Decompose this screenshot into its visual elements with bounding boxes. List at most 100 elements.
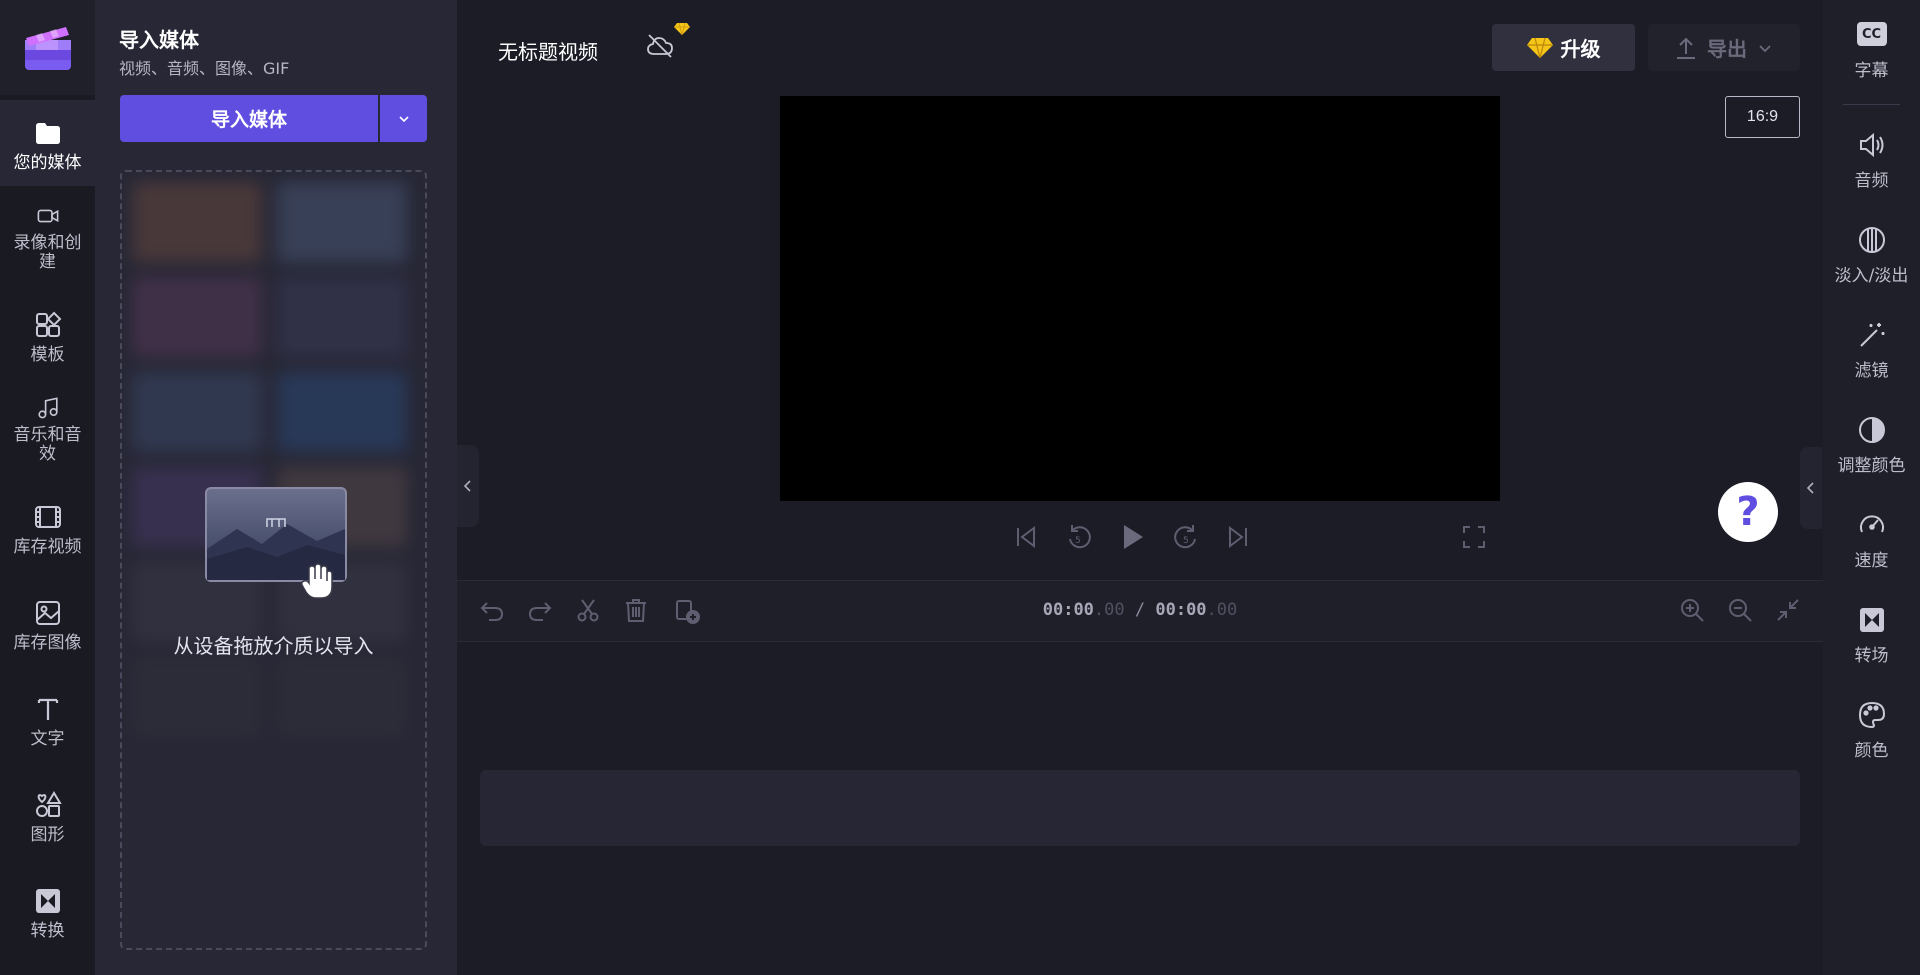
collapse-media-panel-button[interactable] — [457, 445, 479, 527]
chevron-left-icon — [1806, 482, 1814, 494]
nav-label: 您的媒体 — [13, 153, 82, 173]
fade-icon — [1858, 227, 1885, 253]
skip-to-end-icon[interactable] — [1224, 523, 1252, 551]
export-label: 导出 — [1707, 37, 1747, 61]
rnav-label: 淡入/淡出 — [1834, 266, 1909, 286]
zoom-out-icon[interactable] — [1727, 597, 1753, 623]
nav-label: 库存图像 — [13, 633, 82, 653]
nav-item-templates[interactable]: 模板 — [0, 292, 95, 378]
rnav-item-fade[interactable]: 淡入/淡出 — [1823, 205, 1920, 295]
nav-label: 转换 — [30, 921, 65, 941]
project-title[interactable]: 无标题视频 — [498, 36, 598, 65]
rnav-item-filters[interactable]: 滤镜 — [1823, 300, 1920, 390]
rnav-item-color[interactable]: 颜色 — [1823, 680, 1920, 770]
upgrade-button[interactable]: 升级 — [1492, 24, 1635, 71]
rnav-label: 调整颜色 — [1837, 456, 1906, 476]
rnav-label: 字幕 — [1854, 61, 1889, 81]
timecode-display: 00:00.00 / 00:00.00 — [457, 600, 1823, 620]
media-panel: 导入媒体 视频、音频、图像、GIF 导入媒体 从设备拖放介质以导入 — [95, 0, 457, 975]
skip-to-start-icon[interactable] — [1012, 523, 1040, 551]
rnav-item-transitions[interactable]: 转场 — [1823, 585, 1920, 675]
rnav-item-captions[interactable]: CC 字幕 — [1823, 0, 1920, 90]
nav-item-record-create[interactable]: 录像和创建 — [0, 186, 95, 272]
timeline-track[interactable] — [480, 770, 1800, 846]
play-icon[interactable] — [1117, 522, 1147, 552]
rnav-label: 速度 — [1854, 551, 1889, 571]
music-note-icon — [37, 397, 58, 419]
nav-label: 模板 — [30, 345, 65, 365]
zoom-in-icon[interactable] — [1679, 597, 1705, 623]
shapes-icon — [35, 791, 62, 817]
nav-item-stock-images[interactable]: 库存图像 — [0, 580, 95, 666]
contrast-icon — [1858, 417, 1885, 443]
video-camera-icon — [37, 209, 58, 223]
hand-cursor-icon — [301, 563, 333, 599]
chevron-down-icon — [398, 115, 409, 122]
captions-icon: CC — [1856, 22, 1887, 46]
nav-label: 图形 — [30, 825, 65, 845]
nav-item-music-sfx[interactable]: 音乐和音效 — [0, 378, 95, 464]
film-icon — [34, 506, 61, 528]
speaker-icon — [1859, 132, 1883, 158]
aspect-ratio-button[interactable]: 16:9 — [1725, 96, 1800, 138]
time-separator: / — [1124, 600, 1156, 620]
nav-label: 录像和创建 — [13, 233, 82, 272]
current-time: 00:00 — [1042, 600, 1094, 620]
premium-diamond-icon — [674, 22, 690, 36]
cloud-off-icon[interactable] — [646, 32, 674, 60]
nav-label: 库存视频 — [13, 537, 82, 557]
nav-item-graphics[interactable]: 图形 — [0, 772, 95, 858]
drop-zone-text: 从设备拖放介质以导入 — [173, 634, 374, 658]
transition-icon — [35, 889, 60, 913]
nav-item-stock-video[interactable]: 库存视频 — [0, 484, 95, 570]
templates-icon — [35, 311, 61, 337]
upload-icon — [1677, 37, 1695, 59]
timeline-toolbar: 00:00.00 / 00:00.00 — [457, 580, 1823, 642]
rnav-item-audio[interactable]: 音频 — [1823, 110, 1920, 200]
rewind-5-icon[interactable]: 5 — [1064, 522, 1094, 552]
rnav-item-speed[interactable]: 速度 — [1823, 490, 1920, 580]
nav-item-your-media[interactable]: 您的媒体 — [0, 100, 95, 186]
left-nav: 您的媒体 录像和创建 模板 音乐和音效 库存视频 库存图像 文字 图形 转换 — [0, 0, 95, 975]
chevron-left-icon — [463, 480, 471, 492]
text-icon — [37, 698, 58, 720]
diamond-icon — [1526, 37, 1553, 58]
rnav-item-adjust-colors[interactable]: 调整颜色 — [1823, 395, 1920, 485]
collapse-properties-panel-button[interactable] — [1800, 447, 1822, 529]
help-button[interactable]: ? — [1718, 482, 1778, 542]
image-icon — [35, 601, 60, 625]
right-properties-nav: CC 字幕 音频 淡入/淡出 滤镜 调整颜色 速度 转场 颜色 — [1823, 0, 1920, 975]
export-button[interactable]: 导出 — [1648, 24, 1800, 71]
app-logo[interactable] — [0, 0, 95, 95]
forward-5-icon[interactable]: 5 — [1171, 522, 1201, 552]
nav-item-transitions[interactable]: 转换 — [0, 868, 95, 954]
svg-text:5: 5 — [1183, 536, 1189, 546]
media-drop-zone[interactable]: 从设备拖放介质以导入 — [120, 170, 427, 950]
playback-controls: 5 5 — [1012, 520, 1252, 554]
speedometer-icon — [1859, 515, 1884, 533]
folder-icon — [35, 123, 60, 144]
rnav-label: 音频 — [1854, 171, 1889, 191]
nav-item-text[interactable]: 文字 — [0, 676, 95, 762]
transition-icon — [1859, 608, 1884, 632]
drop-illustration — [205, 487, 347, 599]
divider — [1843, 104, 1900, 105]
current-time-ms: .00 — [1093, 600, 1125, 620]
video-preview[interactable] — [780, 96, 1500, 501]
import-media-dropdown-button[interactable] — [380, 95, 427, 142]
nav-label: 音乐和音效 — [13, 425, 82, 464]
media-panel-title: 导入媒体 — [119, 28, 199, 52]
media-panel-subtitle: 视频、音频、图像、GIF — [119, 59, 290, 78]
rnav-label: 转场 — [1854, 646, 1889, 666]
fit-timeline-icon[interactable] — [1775, 597, 1801, 623]
total-time: 00:00 — [1155, 600, 1207, 620]
rnav-label: 颜色 — [1854, 741, 1889, 761]
chevron-down-icon — [1759, 44, 1771, 52]
import-media-button[interactable]: 导入媒体 — [120, 95, 378, 142]
clapperboard-logo-icon — [24, 26, 71, 70]
nav-label: 文字 — [30, 729, 65, 749]
magic-wand-icon — [1859, 323, 1884, 347]
fullscreen-icon[interactable] — [1461, 524, 1487, 550]
upgrade-label: 升级 — [1560, 37, 1601, 61]
rnav-label: 滤镜 — [1854, 361, 1889, 381]
